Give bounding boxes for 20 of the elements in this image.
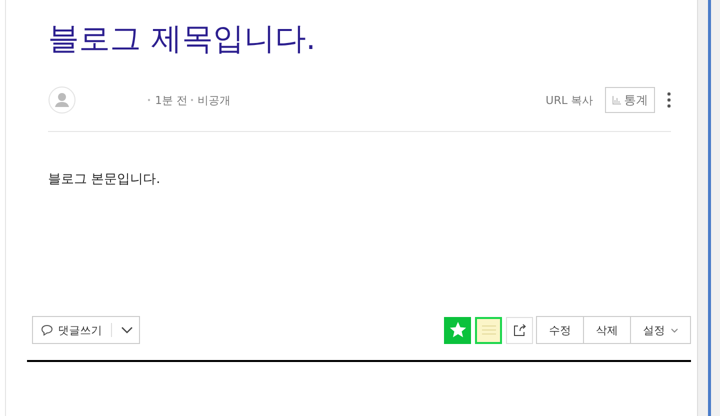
action-button[interactable]: 수정 (536, 316, 584, 344)
avatar-icon (48, 86, 76, 114)
more-icon[interactable] (667, 92, 671, 108)
chart-icon (612, 95, 622, 105)
stats-button[interactable]: 통계 (605, 87, 655, 113)
share-icon (512, 323, 526, 337)
star-button[interactable] (444, 316, 471, 344)
caret-icon (671, 328, 678, 332)
share-button[interactable] (506, 316, 533, 344)
meta-text: 비공개 (198, 92, 230, 108)
speech-bubble-icon (41, 324, 53, 336)
star-icon (448, 321, 466, 339)
url-copy-link[interactable]: URL 복사 (546, 92, 593, 108)
meta-text: 1분 전 (155, 92, 188, 108)
action-button[interactable]: 삭제 (583, 316, 631, 344)
comment-button[interactable]: 댓글쓰기 (32, 316, 140, 344)
action-button[interactable]: 설정 (630, 316, 691, 344)
post-body: 블로그 본문입니다. (48, 171, 162, 188)
post-title: 블로그 제목입니다. (48, 20, 317, 59)
caret-icon (121, 326, 133, 334)
